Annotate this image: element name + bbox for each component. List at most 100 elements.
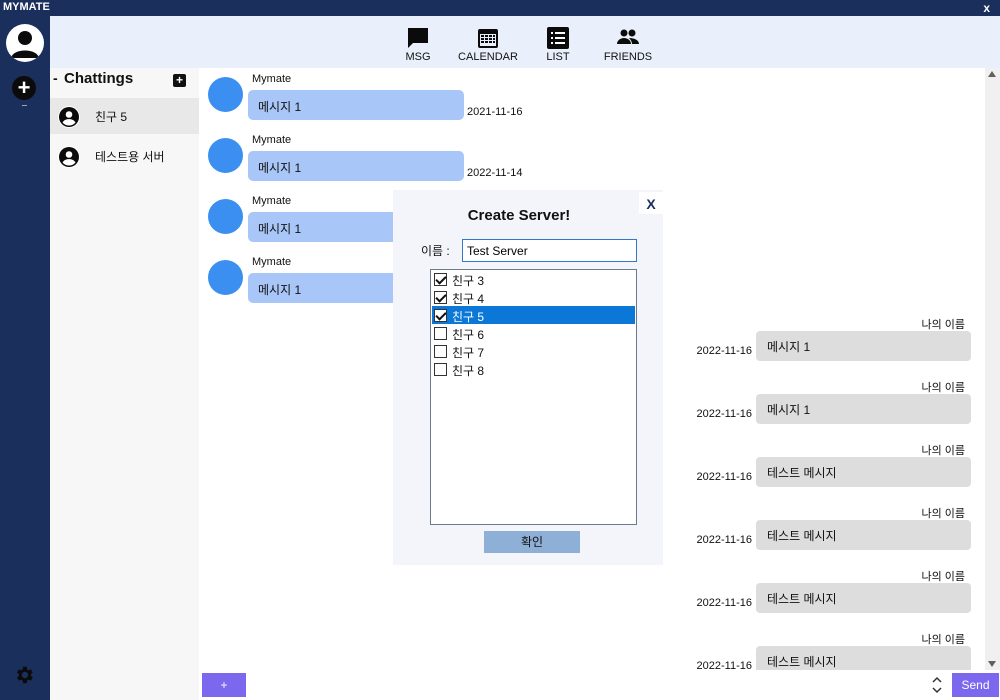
- message-bubble: 메시지 1: [248, 90, 464, 120]
- friend-checkbox[interactable]: [434, 363, 447, 376]
- account-circle-icon: [59, 147, 79, 167]
- outgoing-message: 나의 이름 메시지 1 2022-11-16: [665, 316, 985, 378]
- my-name: 나의 이름: [921, 508, 965, 520]
- nav-friends-label: FRIENDS: [603, 51, 653, 63]
- send-button[interactable]: Send: [952, 673, 999, 697]
- scroll-up-icon[interactable]: [988, 71, 996, 77]
- chat-room-item[interactable]: 테스트용 서버: [50, 138, 199, 174]
- sender-avatar: [208, 138, 243, 173]
- chat-room-name: 테스트용 서버: [95, 150, 165, 164]
- friend-name: 친구 4: [452, 292, 485, 306]
- my-name: 나의 이름: [921, 571, 965, 583]
- message-bubble: 테스트 메시지: [756, 583, 971, 613]
- user-avatar[interactable]: [6, 24, 44, 62]
- friend-option[interactable]: 친구 3: [432, 270, 635, 288]
- message-bubble: 메시지 1: [756, 394, 971, 424]
- user-icon: [11, 31, 39, 58]
- my-name: 나의 이름: [921, 319, 965, 331]
- outgoing-message: 나의 이름 테스트 메시지 2022-11-16: [665, 442, 985, 504]
- calendar-icon: [478, 29, 498, 48]
- sender-avatar: [208, 260, 243, 295]
- friends-icon: [617, 29, 639, 44]
- sender-name: Mymate: [252, 195, 292, 207]
- chat-list-header: - Chattings +: [50, 68, 199, 92]
- nav-list-label: LIST: [546, 51, 570, 63]
- friend-option[interactable]: 친구 4: [432, 288, 635, 306]
- outgoing-message: 나의 이름 테스트 메시지 2022-11-16: [665, 631, 985, 670]
- dialog-title: Create Server!: [467, 207, 571, 224]
- create-server-dialog: X Create Server! 이름 : 친구 3 친구 4 친구 5 친구 …: [393, 190, 663, 565]
- outgoing-message: 나의 이름 메시지 1 2022-11-16: [665, 379, 985, 441]
- settings-button[interactable]: [13, 664, 35, 686]
- nav-calendar[interactable]: CALENDAR: [448, 16, 528, 68]
- room-avatar: [58, 106, 80, 128]
- friend-checkbox[interactable]: [434, 345, 447, 358]
- message-bubble: 테스트 메시지: [756, 520, 971, 550]
- server-name-label: 이름 :: [421, 244, 450, 258]
- friend-option[interactable]: 친구 8: [432, 360, 635, 378]
- app-title: MYMATE: [3, 1, 50, 13]
- friend-option[interactable]: 친구 7: [432, 342, 635, 360]
- chat-scrollbar[interactable]: [985, 68, 1000, 670]
- friend-name: 친구 6: [452, 328, 485, 342]
- attach-button[interactable]: +: [202, 673, 246, 697]
- message-date: 2022-11-16: [696, 345, 752, 357]
- nav-msg-label: MSG: [405, 51, 431, 63]
- confirm-button[interactable]: 확인: [484, 531, 580, 553]
- chat-room-list: - Chattings + 친구 5 테스트용 서버: [50, 68, 199, 700]
- nav-friends[interactable]: FRIENDS: [588, 16, 668, 68]
- friend-option[interactable]: 친구 6: [432, 324, 635, 342]
- message-bubble: 메시지 1: [756, 331, 971, 361]
- friend-option[interactable]: 친구 5: [432, 306, 635, 324]
- scroll-down-icon[interactable]: [988, 661, 996, 667]
- window-close-button[interactable]: x: [983, 1, 990, 15]
- sender-avatar: [208, 77, 243, 112]
- gear-icon: [17, 666, 33, 684]
- friend-checkbox[interactable]: [434, 291, 447, 304]
- chat-list-title: Chattings: [64, 70, 134, 87]
- chat-icon: [408, 28, 428, 48]
- message-bubble: 메시지 1: [248, 151, 464, 181]
- server-name-input[interactable]: [462, 239, 637, 262]
- friend-name: 친구 5: [452, 310, 485, 324]
- message-date: 2022-11-16: [696, 534, 752, 546]
- message-date: 2021-11-16: [467, 106, 523, 118]
- my-name: 나의 이름: [921, 634, 965, 646]
- title-bar: MYMATE x: [0, 0, 1000, 16]
- friend-name: 친구 3: [452, 274, 485, 288]
- room-avatar: [58, 146, 80, 168]
- friend-checkbox[interactable]: [434, 327, 447, 340]
- account-circle-icon: [59, 107, 79, 127]
- sender-avatar: [208, 199, 243, 234]
- message-date: 2022-11-16: [696, 408, 752, 420]
- add-chat-button[interactable]: +: [173, 74, 186, 87]
- left-sidebar: +: [0, 16, 50, 700]
- nav-msg[interactable]: MSG: [378, 16, 458, 68]
- nav-calendar-label: CALENDAR: [458, 51, 518, 63]
- sender-name: Mymate: [252, 134, 292, 146]
- friend-checkbox[interactable]: [434, 273, 447, 286]
- sender-name: Mymate: [252, 73, 292, 85]
- message-input-bar: + Send: [199, 670, 1000, 700]
- divider: [22, 105, 27, 106]
- friend-name: 친구 8: [452, 364, 485, 378]
- incoming-message: Mymate 메시지 1 2022-11-14: [199, 129, 599, 189]
- top-nav: MSG CALENDAR LIST FRIENDS: [50, 16, 1000, 68]
- add-server-button[interactable]: +: [12, 76, 36, 100]
- spinner-arrows-icon[interactable]: [932, 675, 942, 695]
- my-name: 나의 이름: [921, 382, 965, 394]
- message-date: 2022-11-14: [467, 167, 523, 179]
- sender-name: Mymate: [252, 256, 292, 268]
- message-date: 2022-11-16: [696, 471, 752, 483]
- my-name: 나의 이름: [921, 445, 965, 457]
- chat-room-name: 친구 5: [95, 110, 128, 124]
- outgoing-message: 나의 이름 테스트 메시지 2022-11-16: [665, 505, 985, 567]
- message-date: 2022-11-16: [696, 660, 752, 670]
- friend-checkbox[interactable]: [434, 309, 447, 322]
- collapse-toggle[interactable]: -: [53, 70, 58, 86]
- chat-room-item[interactable]: 친구 5: [50, 98, 199, 134]
- friend-name: 친구 7: [452, 346, 485, 360]
- friend-checklist: 친구 3 친구 4 친구 5 친구 6 친구 7 친구 8: [430, 269, 637, 525]
- incoming-message: Mymate 메시지 1 2021-11-16: [199, 68, 599, 128]
- nav-list[interactable]: LIST: [518, 16, 598, 68]
